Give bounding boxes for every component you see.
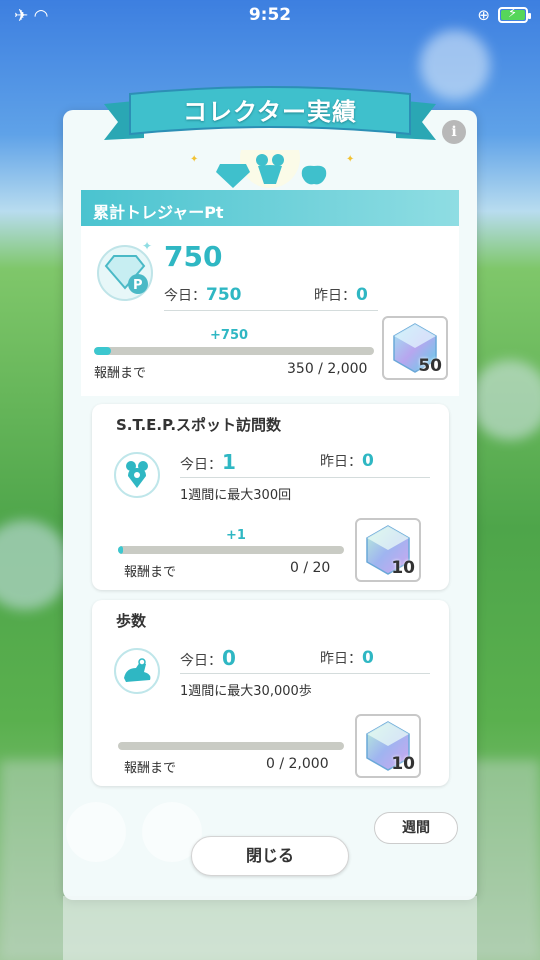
today-label: 今日： (164, 288, 206, 304)
treasure-pt-value: 750 (164, 240, 223, 273)
background-blur (63, 896, 477, 960)
steps-yesterday: 昨日：0 (320, 648, 374, 668)
steps-card-title: 歩数 (116, 612, 147, 630)
step-reward-qty: 10 (391, 558, 415, 578)
yesterday-label: 昨日： (320, 651, 362, 667)
close-button[interactable]: 閉じる (191, 836, 349, 876)
steps-until-reward: 報酬まで (124, 761, 177, 776)
treasure-reward-qty: 50 (418, 356, 442, 376)
treasure-until-reward: 報酬まで (94, 366, 147, 381)
week-button[interactable]: 週間 (374, 812, 458, 844)
steps-today: 今日：0 (180, 646, 236, 670)
svg-text:✦: ✦ (142, 239, 152, 253)
divider (180, 673, 430, 674)
svg-text:✦: ✦ (346, 154, 354, 165)
steps-note: 1週間に最大30,000歩 (180, 684, 312, 699)
step-today: 今日：1 (180, 450, 236, 474)
orientation-lock-icon: ⊕ (477, 6, 490, 24)
yesterday-value: 0 (362, 451, 374, 471)
map-pin-mickey-icon (126, 461, 148, 488)
step-progress-bar (118, 546, 344, 554)
step-card-title: S.T.E.P.スポット訪問数 (116, 416, 282, 434)
background-blur (0, 520, 70, 610)
today-value: 1 (222, 450, 236, 474)
svg-text:P: P (133, 278, 143, 293)
steps-icon-wrap (114, 648, 160, 694)
background-blur (66, 802, 126, 862)
treasure-delta: +750 (210, 328, 249, 343)
shoe-icon (124, 658, 151, 682)
treasure-progress-text: 350 / 2,000 (287, 361, 368, 377)
step-progress-text: 0 / 20 (290, 560, 331, 576)
treasure-yesterday: 昨日：0 (314, 285, 368, 305)
background-blur (470, 360, 540, 440)
panel-title: コレクター実績 (182, 98, 358, 126)
step-until-reward: 報酬まで (124, 565, 177, 580)
today-label: 今日： (180, 457, 222, 473)
treasure-reward[interactable]: 50 (382, 316, 448, 380)
step-spot-icon-wrap (114, 452, 160, 498)
treasure-pt-icon: P ✦ (97, 239, 153, 301)
status-time: 9:52 (248, 5, 292, 25)
trophy-icons: ✦ ✦ (190, 150, 354, 188)
treasure-today: 今日：750 (164, 285, 242, 305)
status-bar: ✈ ◠ 9:52 ⊕ ⚡ (0, 0, 540, 32)
yesterday-label: 昨日： (320, 454, 362, 470)
step-progress-fill (118, 546, 123, 554)
today-value: 750 (206, 285, 242, 305)
yesterday-value: 0 (362, 648, 374, 668)
treasure-progress-bar (94, 347, 374, 355)
steps-reward[interactable]: 10 (355, 714, 421, 778)
treasure-progress-fill (94, 347, 111, 355)
steps-progress-bar (118, 742, 344, 750)
step-delta: +1 (226, 528, 246, 543)
step-note: 1週間に最大300回 (180, 488, 292, 503)
divider (164, 310, 378, 311)
steps-progress-text: 0 / 2,000 (266, 756, 329, 772)
step-yesterday: 昨日：0 (320, 451, 374, 471)
yesterday-value: 0 (356, 285, 368, 305)
today-value: 0 (222, 646, 236, 670)
info-button[interactable]: i (442, 120, 466, 144)
divider (180, 477, 430, 478)
battery-icon: ⚡ (498, 6, 531, 23)
yesterday-label: 昨日： (314, 288, 356, 304)
today-label: 今日： (180, 653, 222, 669)
steps-reward-qty: 10 (391, 754, 415, 774)
treasure-pt-header: 累計トレジャーPt (81, 190, 459, 226)
svg-text:✦: ✦ (190, 154, 198, 165)
step-reward[interactable]: 10 (355, 518, 421, 582)
